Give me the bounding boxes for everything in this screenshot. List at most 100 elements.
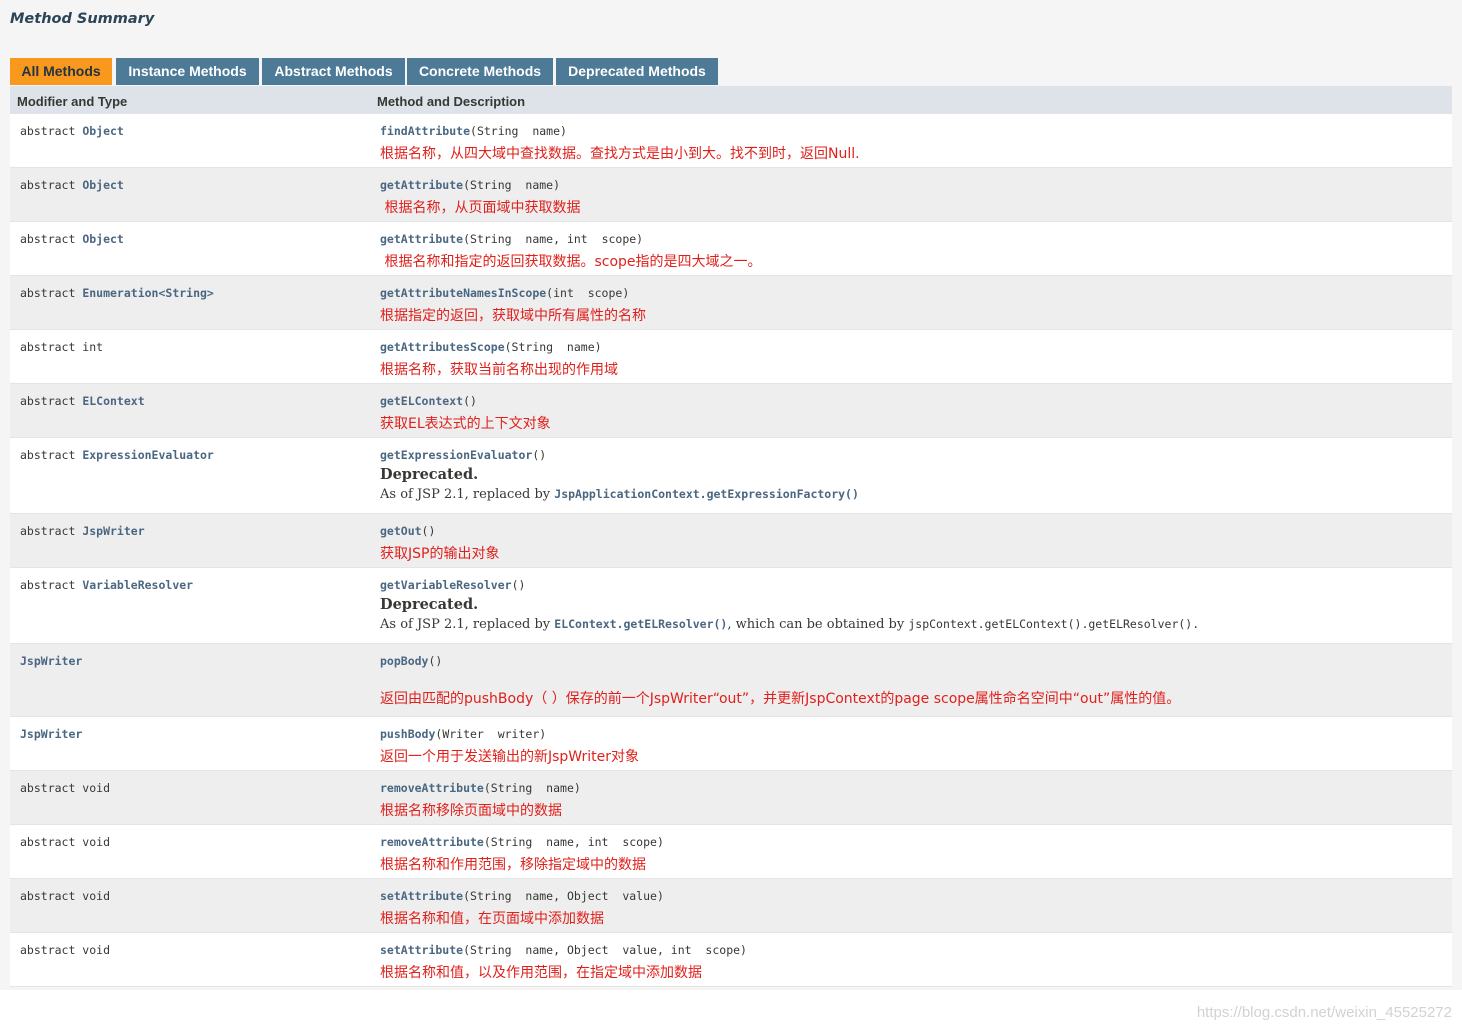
method-name-link[interactable]: getExpressionEvaluator — [380, 448, 532, 462]
table-row: abstract void setAttribute(String name, O… — [10, 933, 1452, 987]
table-body: abstract Object findAttribute(String name… — [10, 114, 1452, 987]
method-params: (String name, int scope) — [463, 232, 644, 246]
modifier-text: abstract — [20, 178, 83, 192]
annotation-note: 根据名称移除页面域中的数据 — [380, 803, 562, 819]
modifier-type-cell: abstract ELContext — [20, 394, 145, 408]
code-snippet: jspContext.getELContext().getELResolver(… — [908, 617, 1200, 631]
header-method-description: Method and Description — [377, 94, 526, 109]
replacement-link[interactable]: JspApplicationContext.getExpressionFacto… — [554, 487, 859, 501]
tab-concrete-methods[interactable]: Concrete Methods — [407, 58, 553, 85]
tab-all-methods[interactable]: All Methods — [10, 58, 112, 85]
watermark: https://blog.csdn.net/weixin_45525272 — [1196, 1004, 1452, 1021]
method-description-cell: removeAttribute(String name, int scope) 根… — [380, 835, 1442, 874]
modifier-type-cell: abstract VariableResolver — [20, 578, 193, 592]
method-description-cell: setAttribute(String name, Object value) 根… — [380, 889, 1442, 928]
method-description-cell: getAttribute(String name) 根据名称，从页面域中获取数据 — [380, 178, 1442, 217]
table-header: Modifier and Type Method and Description — [10, 86, 1452, 114]
method-description-cell: getAttribute(String name, int scope) 根据名… — [380, 232, 1442, 271]
modifier-text: abstract — [20, 232, 83, 246]
method-params: () — [428, 654, 443, 668]
method-description-cell: getAttributeNamesInScope(int scope) 根据指定的… — [380, 286, 1442, 325]
table-row: abstract void removeAttribute(String name… — [10, 825, 1452, 879]
modifier-type-cell: abstract void — [20, 943, 110, 957]
method-name-link[interactable]: popBody — [380, 654, 428, 668]
method-signature: getAttribute(String name) — [380, 178, 1442, 192]
method-params: () — [511, 578, 526, 592]
method-signature: getELContext() — [380, 394, 1442, 408]
method-name-link[interactable]: setAttribute — [380, 889, 463, 903]
method-name-link[interactable]: getELContext — [380, 394, 463, 408]
return-type-link[interactable]: Enumeration<String> — [82, 286, 214, 300]
method-params: (String name) — [463, 178, 561, 192]
method-params: () — [463, 394, 477, 408]
modifier-text: abstract — [20, 578, 83, 592]
method-description-cell: setAttribute(String name, Object value, … — [380, 943, 1442, 982]
annotation-note: 获取JSP的输出对象 — [380, 546, 500, 562]
deprecated-text: As of JSP 2.1, replaced by — [380, 487, 555, 502]
table-row: abstract Object getAttribute(String name,… — [10, 222, 1452, 276]
modifier-type-cell: JspWriter — [20, 654, 82, 668]
method-description-cell: getExpressionEvaluator() Deprecated. As of… — [380, 448, 1442, 502]
method-name-link[interactable]: removeAttribute — [380, 781, 484, 795]
annotation-note: 返回一个用于发送输出的新JspWriter对象 — [380, 749, 640, 765]
method-signature: setAttribute(String name, Object value, … — [380, 943, 1442, 957]
deprecated-label: Deprecated. — [380, 596, 479, 613]
method-description-cell: findAttribute(String name) 根据名称，从四大域中查找数据… — [380, 124, 1442, 163]
modifier-text: abstract — [20, 448, 83, 462]
method-summary-table: Modifier and Type Method and Description… — [10, 86, 1452, 987]
deprecated-text: As of JSP 2.1, replaced by — [380, 617, 555, 632]
annotation-note: 根据名称和值，在页面域中添加数据 — [380, 911, 604, 927]
method-name-link[interactable]: removeAttribute — [380, 835, 484, 849]
method-signature: getAttributeNamesInScope(int scope) — [380, 286, 1442, 300]
annotation-note: 根据名称和值，以及作用范围，在指定域中添加数据 — [380, 965, 702, 981]
annotation-note: 根据名称，获取当前名称出现的作用域 — [380, 362, 618, 378]
return-type-link[interactable]: ELContext — [82, 394, 144, 408]
table-row: abstract Object findAttribute(String name… — [10, 114, 1452, 168]
return-type-link[interactable]: JspWriter — [20, 727, 82, 741]
method-name-link[interactable]: setAttribute — [380, 943, 463, 957]
return-type-link[interactable]: JspWriter — [20, 654, 82, 668]
method-description-cell: getAttributesScope(String name) 根据名称，获取当前… — [380, 340, 1442, 379]
modifier-type-cell: abstract int — [20, 340, 103, 354]
deprecated-label: Deprecated. — [380, 466, 479, 483]
method-signature: removeAttribute(String name) — [380, 781, 1442, 795]
method-description-cell: getVariableResolver() Deprecated. As of JS… — [380, 578, 1442, 632]
tab-abstract-methods[interactable]: Abstract Methods — [262, 58, 405, 85]
table-row: abstract VariableResolver getVariableReso… — [10, 568, 1452, 644]
table-row: JspWriter pushBody(Writer writer) 返回一个用于发送… — [10, 717, 1452, 771]
return-type-link[interactable]: ExpressionEvaluator — [82, 448, 214, 462]
modifier-text: abstract — [20, 524, 83, 538]
method-name-link[interactable]: findAttribute — [380, 124, 470, 138]
modifier-text: abstract — [20, 124, 83, 138]
return-type-link[interactable]: Object — [82, 124, 124, 138]
method-name-link[interactable]: getVariableResolver — [380, 578, 512, 592]
method-name-link[interactable]: getAttributeNamesInScope — [380, 286, 546, 300]
method-params: (Writer writer) — [435, 727, 547, 741]
method-signature: getAttribute(String name, int scope) — [380, 232, 1442, 246]
method-name-link[interactable]: getAttribute — [380, 178, 463, 192]
method-description-cell: pushBody(Writer writer) 返回一个用于发送输出的新JspWr… — [380, 727, 1442, 766]
table-row: JspWriter popBody() 返回由匹配的pushBody（ ）保存的前一… — [10, 644, 1452, 717]
return-type-link[interactable]: JspWriter — [82, 524, 144, 538]
modifier-text: abstract void — [20, 889, 111, 903]
table-row: abstract Object getAttribute(String name)… — [10, 168, 1452, 222]
method-signature: getAttributesScope(String name) — [380, 340, 1442, 354]
method-name-link[interactable]: getAttribute — [380, 232, 463, 246]
method-signature: popBody() — [380, 654, 1442, 668]
modifier-text: abstract void — [20, 943, 111, 957]
return-type-link[interactable]: Object — [82, 232, 124, 246]
modifier-type-cell: abstract JspWriter — [20, 524, 145, 538]
method-signature: getVariableResolver() — [380, 578, 1442, 592]
modifier-type-cell: abstract Object — [20, 178, 124, 192]
tab-instance-methods[interactable]: Instance Methods — [116, 58, 259, 85]
method-name-link[interactable]: getOut — [380, 524, 422, 538]
replacement-link[interactable]: ELContext.getELResolver() — [554, 617, 727, 631]
return-type-link[interactable]: Object — [82, 178, 124, 192]
modifier-type-cell: JspWriter — [20, 727, 82, 741]
method-name-link[interactable]: pushBody — [380, 727, 435, 741]
method-name-link[interactable]: getAttributesScope — [380, 340, 505, 354]
method-description-cell: getELContext() 获取EL表达式的上下文对象 — [380, 394, 1442, 433]
return-type-link[interactable]: VariableResolver — [82, 578, 193, 592]
modifier-type-cell: abstract void — [20, 835, 110, 849]
tab-deprecated-methods[interactable]: Deprecated Methods — [556, 58, 718, 85]
